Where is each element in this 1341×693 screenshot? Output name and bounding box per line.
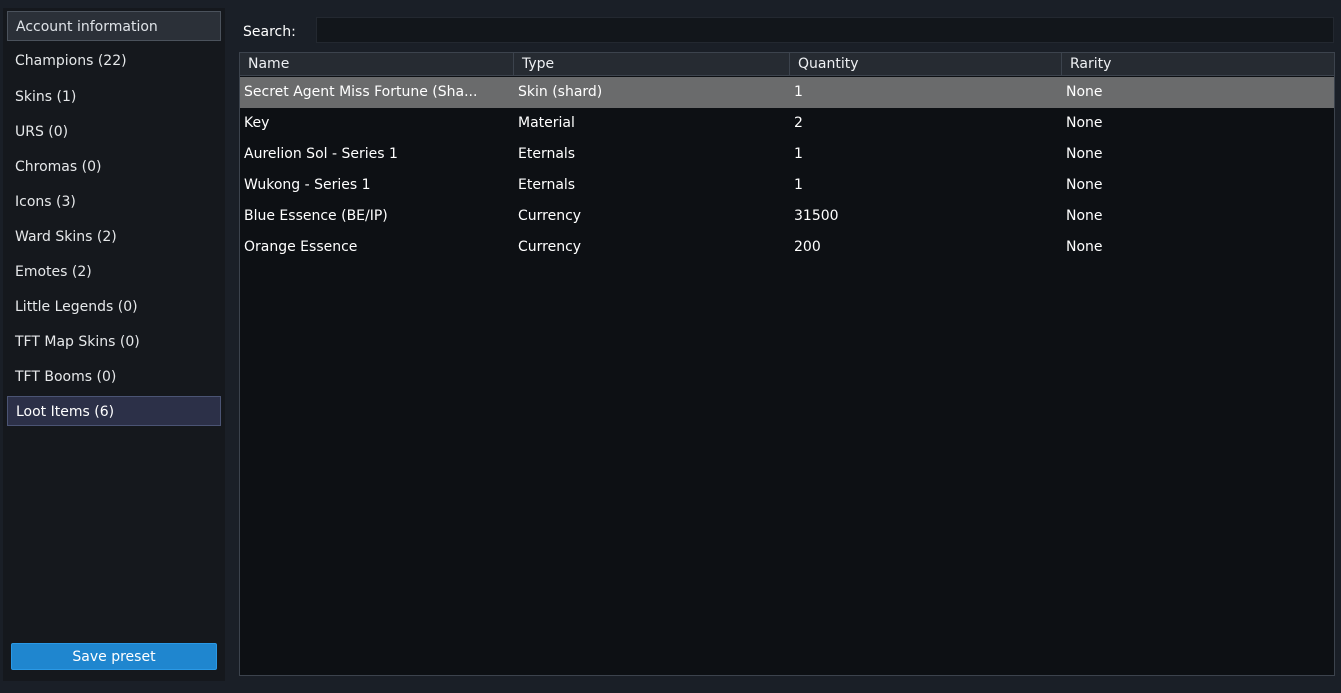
cell-type: Material xyxy=(518,115,575,131)
cell-name: Blue Essence (BE/IP) xyxy=(244,208,388,224)
sidebar-item-urs[interactable]: URS (0) xyxy=(7,117,221,147)
column-header-name[interactable]: Name xyxy=(240,53,514,76)
cell-rarity: None xyxy=(1066,146,1103,162)
sidebar-item-tft-map-skins[interactable]: TFT Map Skins (0) xyxy=(7,327,221,357)
cell-quantity: 200 xyxy=(794,239,821,255)
sidebar-item-champions[interactable]: Champions (22) xyxy=(7,46,221,76)
cell-rarity: None xyxy=(1066,208,1103,224)
cell-rarity: None xyxy=(1066,84,1103,100)
cell-quantity: 1 xyxy=(794,146,803,162)
table-row[interactable]: Secret Agent Miss Fortune (Sha... Skin (… xyxy=(240,77,1334,108)
sidebar-item-chromas[interactable]: Chromas (0) xyxy=(7,152,221,182)
column-header-rarity[interactable]: Rarity xyxy=(1062,53,1334,76)
sidebar-item-skins[interactable]: Skins (1) xyxy=(7,82,221,112)
table-row[interactable]: Wukong - Series 1 Eternals 1 None xyxy=(240,170,1334,201)
cell-name: Key xyxy=(244,115,270,131)
sidebar: Account information Champions (22) Skins… xyxy=(3,8,225,681)
sidebar-item-ward-skins[interactable]: Ward Skins (2) xyxy=(7,222,221,252)
table-header: Name Type Quantity Rarity xyxy=(240,53,1334,76)
cell-quantity: 1 xyxy=(794,177,803,193)
sidebar-item-account-information[interactable]: Account information xyxy=(7,11,221,41)
column-header-quantity[interactable]: Quantity xyxy=(790,53,1062,76)
sidebar-item-icons[interactable]: Icons (3) xyxy=(7,187,221,217)
cell-type: Skin (shard) xyxy=(518,84,603,100)
cell-quantity: 1 xyxy=(794,84,803,100)
table-row[interactable]: Orange Essence Currency 200 None xyxy=(240,232,1334,263)
cell-rarity: None xyxy=(1066,177,1103,193)
table-row[interactable]: Aurelion Sol - Series 1 Eternals 1 None xyxy=(240,139,1334,170)
cell-name: Wukong - Series 1 xyxy=(244,177,371,193)
sidebar-item-loot-items[interactable]: Loot Items (6) xyxy=(7,396,221,426)
cell-quantity: 2 xyxy=(794,115,803,131)
cell-rarity: None xyxy=(1066,239,1103,255)
search-label: Search: xyxy=(243,24,296,40)
column-header-type[interactable]: Type xyxy=(514,53,790,76)
loot-table: Name Type Quantity Rarity Secret Agent M… xyxy=(239,52,1335,676)
table-row[interactable]: Blue Essence (BE/IP) Currency 31500 None xyxy=(240,201,1334,232)
sidebar-item-emotes[interactable]: Emotes (2) xyxy=(7,257,221,287)
cell-type: Eternals xyxy=(518,177,576,193)
cell-type: Eternals xyxy=(518,146,576,162)
cell-name: Secret Agent Miss Fortune (Sha... xyxy=(244,84,478,100)
sidebar-item-little-legends[interactable]: Little Legends (0) xyxy=(7,292,221,322)
search-input[interactable] xyxy=(316,17,1334,43)
sidebar-item-tft-booms[interactable]: TFT Booms (0) xyxy=(7,362,221,392)
cell-name: Orange Essence xyxy=(244,239,358,255)
cell-type: Currency xyxy=(518,239,582,255)
cell-quantity: 31500 xyxy=(794,208,839,224)
cell-rarity: None xyxy=(1066,115,1103,131)
save-preset-button[interactable]: Save preset xyxy=(11,643,217,670)
cell-type: Currency xyxy=(518,208,582,224)
cell-name: Aurelion Sol - Series 1 xyxy=(244,146,398,162)
table-row[interactable]: Key Material 2 None xyxy=(240,108,1334,139)
